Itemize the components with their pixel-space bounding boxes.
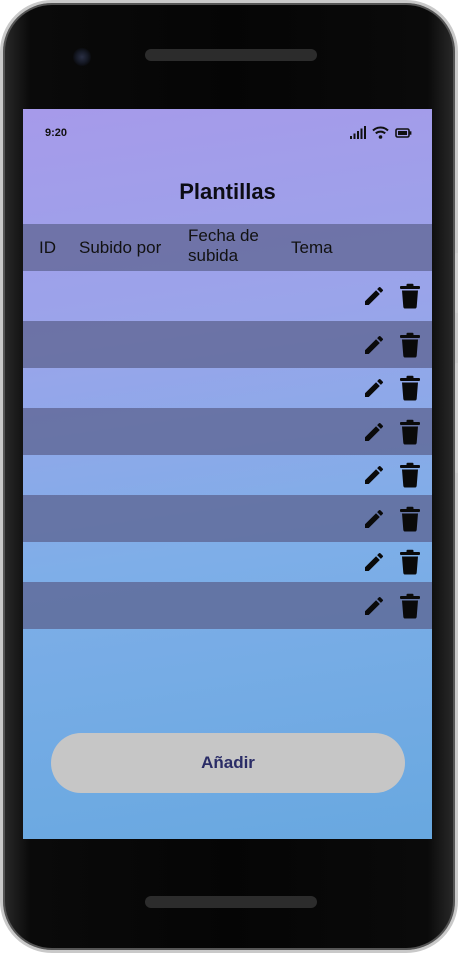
status-time: 9:20	[45, 127, 68, 139]
pencil-icon[interactable]	[360, 548, 388, 576]
status-icons	[350, 126, 412, 139]
trash-icon[interactable]	[396, 282, 424, 310]
trash-icon[interactable]	[396, 418, 424, 446]
column-header-subido-por: Subido por	[79, 238, 162, 257]
pencil-icon[interactable]	[360, 418, 388, 446]
pencil-icon[interactable]	[360, 282, 388, 310]
pencil-icon[interactable]	[360, 592, 388, 620]
column-header-fecha-subida: Fecha de subida	[188, 226, 259, 265]
column-header-id: ID	[39, 238, 56, 257]
trash-icon[interactable]	[396, 331, 424, 359]
row-actions	[360, 461, 424, 489]
battery-icon	[395, 127, 412, 138]
wifi-icon	[372, 126, 389, 139]
app-screen: 9:20 Plantillas ID Subido por Fecha de s…	[23, 109, 432, 839]
table-row	[23, 321, 432, 368]
bottom-speaker	[145, 896, 317, 908]
trash-icon[interactable]	[396, 548, 424, 576]
table-row	[23, 368, 432, 408]
column-header-tema: Tema	[291, 238, 333, 257]
row-actions	[360, 282, 424, 310]
status-bar: 9:20	[23, 109, 432, 157]
signal-icon	[350, 126, 366, 139]
pencil-icon[interactable]	[360, 374, 388, 402]
row-actions	[360, 548, 424, 576]
table-row	[23, 495, 432, 542]
row-actions	[360, 505, 424, 533]
pencil-icon[interactable]	[360, 505, 388, 533]
page-title: Plantillas	[179, 179, 276, 204]
front-camera	[73, 48, 91, 66]
table-row	[23, 542, 432, 582]
row-actions	[360, 418, 424, 446]
table-row	[23, 582, 432, 629]
row-actions	[360, 592, 424, 620]
row-actions	[360, 374, 424, 402]
add-button[interactable]: Añadir	[51, 733, 405, 793]
table-row	[23, 455, 432, 495]
table-header: ID Subido por Fecha de subida Tema	[23, 224, 432, 271]
trash-icon[interactable]	[396, 505, 424, 533]
trash-icon[interactable]	[396, 374, 424, 402]
pencil-icon[interactable]	[360, 331, 388, 359]
trash-icon[interactable]	[396, 461, 424, 489]
trash-icon[interactable]	[396, 592, 424, 620]
row-actions	[360, 331, 424, 359]
earpiece-speaker	[145, 49, 317, 61]
table-row	[23, 408, 432, 455]
table-row	[23, 271, 432, 321]
pencil-icon[interactable]	[360, 461, 388, 489]
